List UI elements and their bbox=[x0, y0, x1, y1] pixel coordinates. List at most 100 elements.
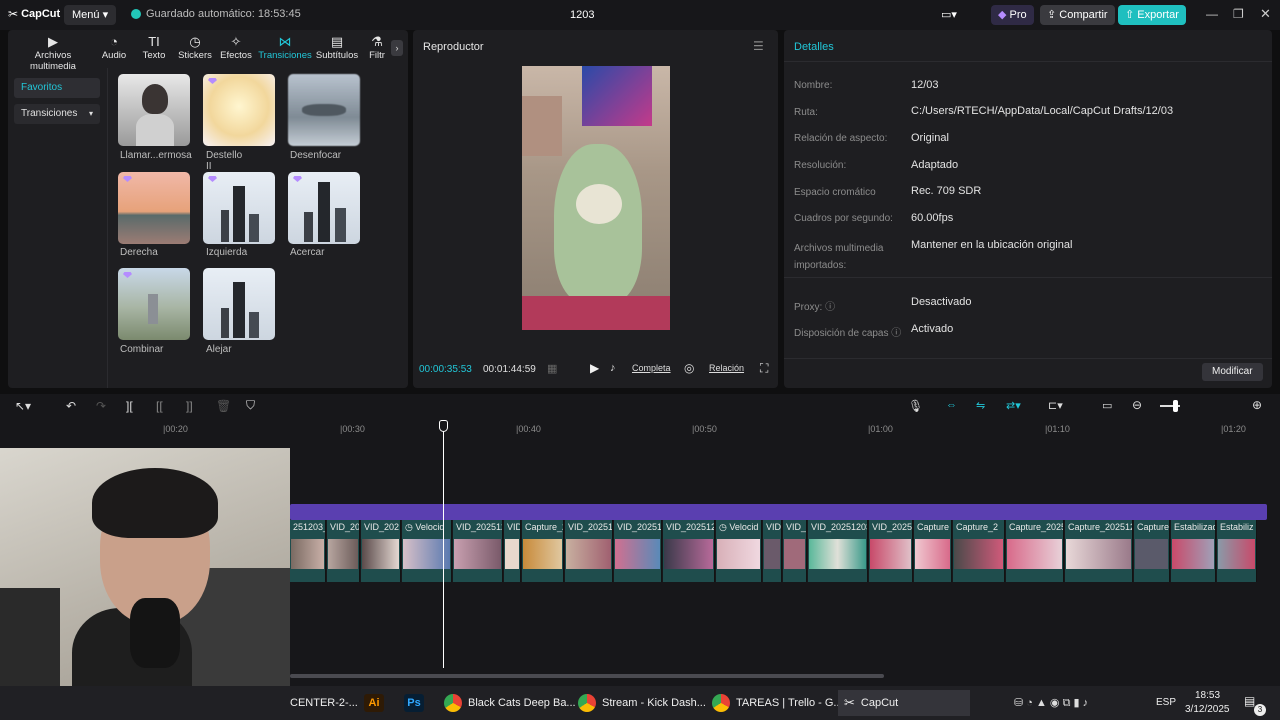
timeline-clip[interactable]: Capture_202512 bbox=[1065, 520, 1133, 582]
share-button[interactable]: ⇪ Compartir bbox=[1040, 5, 1115, 25]
audio-icon: ◔ bbox=[110, 34, 118, 49]
transition-thumb[interactable] bbox=[118, 74, 190, 146]
screenshot-icon[interactable]: ◎ bbox=[684, 361, 694, 375]
minimize-icon[interactable]: — bbox=[1206, 7, 1218, 21]
trim-left-icon[interactable]: [[ bbox=[156, 399, 163, 413]
speed-icon: ◷ bbox=[719, 522, 727, 532]
modify-button[interactable]: Modificar bbox=[1202, 363, 1263, 381]
timeline-clip[interactable]: VID_2025120 bbox=[453, 520, 503, 582]
microphone-icon[interactable]: 🎙 bbox=[908, 399, 923, 413]
clock-date[interactable]: 3/12/2025 bbox=[1185, 704, 1230, 715]
taskbar-item-capcut[interactable]: ✂ CapCut bbox=[838, 690, 970, 716]
fullscreen-icon[interactable]: ⛶ bbox=[760, 361, 768, 376]
ratio-button[interactable]: Relación bbox=[709, 363, 744, 373]
timeline-clip[interactable]: VID_20251 bbox=[614, 520, 662, 582]
playhead-handle[interactable] bbox=[439, 420, 448, 432]
transition-thumb[interactable] bbox=[203, 74, 275, 146]
playhead[interactable] bbox=[443, 420, 444, 668]
timeline-clip[interactable]: VID_20251203 bbox=[808, 520, 868, 582]
zoom-out-icon[interactable]: ⊖ bbox=[1132, 398, 1142, 412]
timeline-clip[interactable]: Capture bbox=[1134, 520, 1170, 582]
taskbar-item[interactable]: TAREAS | Trello - G... bbox=[706, 690, 849, 716]
trim-right-icon[interactable]: ]] bbox=[186, 399, 193, 413]
tab-subtitles[interactable]: ▤ Subtítulos bbox=[314, 34, 360, 61]
layout-icon[interactable]: ▭▾ bbox=[934, 5, 964, 25]
timeline-clip[interactable]: Capture bbox=[914, 520, 952, 582]
magnet-icon[interactable]: ⇔ bbox=[946, 399, 957, 411]
taskbar-item[interactable]: Black Cats Deep Ba... bbox=[438, 690, 582, 716]
tab-filters[interactable]: ⚗ Filtr bbox=[364, 34, 390, 61]
timeline-grid-icon[interactable]: ▦ bbox=[547, 362, 557, 375]
taskbar-item-photoshop[interactable]: Ps bbox=[398, 690, 430, 716]
caption-icon[interactable]: ▭ bbox=[1102, 399, 1112, 412]
timeline-clip[interactable]: VID_2 bbox=[783, 520, 807, 582]
timeline-clip[interactable]: Estabiliz bbox=[1217, 520, 1257, 582]
taskbar-item[interactable]: Stream - Kick Dash... bbox=[572, 690, 712, 716]
taskbar-item[interactable]: CENTER-2-... bbox=[284, 690, 364, 716]
tab-audio[interactable]: ◔ Audio bbox=[98, 34, 130, 61]
timeline-clip[interactable]: VID_2025120 bbox=[663, 520, 715, 582]
transition-thumb[interactable] bbox=[288, 172, 360, 244]
pro-button[interactable]: ◆ Pro bbox=[991, 5, 1034, 25]
timeline-clip[interactable]: Capture_202512 bbox=[1006, 520, 1064, 582]
tray-icons[interactable]: ⛁ ◔ ▲ ◉ ⧉ ▮ ♪ bbox=[1014, 696, 1088, 710]
tiktok-icon[interactable]: ♪ bbox=[610, 362, 616, 374]
restore-icon[interactable]: ❐ bbox=[1233, 7, 1244, 21]
tab-transitions[interactable]: ⋈ Transiciones bbox=[258, 34, 312, 61]
marker-icon[interactable]: ⛉ bbox=[246, 398, 255, 413]
timeline-clip[interactable]: VID_202512 bbox=[565, 520, 613, 582]
transition-thumb[interactable] bbox=[203, 268, 275, 340]
timeline-clip[interactable]: VID_202 bbox=[327, 520, 360, 582]
split-icon[interactable]: ][ bbox=[126, 399, 133, 413]
export-button[interactable]: ⇧ Exportar bbox=[1118, 5, 1186, 25]
transition-thumb[interactable] bbox=[118, 172, 190, 244]
timeline-clip[interactable]: VID bbox=[763, 520, 782, 582]
info-icon[interactable]: ⓘ bbox=[891, 328, 901, 339]
transition-thumb[interactable] bbox=[203, 172, 275, 244]
timeline-clip[interactable]: VID_202 bbox=[361, 520, 401, 582]
link-icon[interactable]: ⇋ bbox=[976, 399, 985, 412]
detail-label: Ruta: bbox=[794, 107, 818, 118]
tab-effects[interactable]: ✧ Efectos bbox=[218, 34, 254, 61]
sidebar-item-favorites[interactable]: Favoritos bbox=[14, 78, 100, 98]
snap-icon[interactable]: ⊏▾ bbox=[1048, 399, 1063, 412]
divider bbox=[784, 61, 1272, 62]
scroll-right-icon[interactable]: › bbox=[391, 40, 403, 56]
check-icon bbox=[131, 9, 141, 19]
tab-media[interactable]: ▶ Archivos multimedia bbox=[11, 34, 95, 72]
speed-icon: ◷ bbox=[405, 522, 413, 532]
preview-axis-icon[interactable]: ⇄▾ bbox=[1006, 399, 1021, 412]
timeline-clip[interactable]: ◷ Velocid bbox=[402, 520, 452, 582]
zoom-fit-icon[interactable]: ⊕ bbox=[1252, 398, 1262, 412]
transition-thumb[interactable] bbox=[288, 74, 360, 146]
redo-icon[interactable]: ↷ bbox=[96, 399, 106, 413]
select-tool-icon[interactable]: ↖▾ bbox=[15, 399, 31, 413]
timeline-clip[interactable]: Capture_2 bbox=[522, 520, 564, 582]
zoom-slider-handle[interactable] bbox=[1173, 400, 1178, 412]
player-menu-icon[interactable]: ☰ bbox=[753, 39, 764, 53]
timeline-clip[interactable]: Estabilizac bbox=[1171, 520, 1216, 582]
clock-time[interactable]: 18:53 bbox=[1195, 690, 1220, 701]
timeline-clip[interactable]: ◷ Velocid bbox=[716, 520, 762, 582]
timeline-clip[interactable]: Capture_2 bbox=[953, 520, 1005, 582]
close-icon[interactable]: ✕ bbox=[1260, 6, 1271, 22]
taskbar-item-illustrator[interactable]: Ai bbox=[358, 690, 390, 716]
menu-button[interactable]: Menú ▾ bbox=[64, 5, 117, 25]
transition-thumb[interactable] bbox=[118, 268, 190, 340]
timeline-clip[interactable]: VID bbox=[504, 520, 521, 582]
full-quality-button[interactable]: Completa bbox=[632, 363, 671, 373]
effect-track[interactable] bbox=[290, 504, 1267, 520]
info-icon[interactable]: ⓘ bbox=[825, 302, 835, 313]
sidebar-item-transitions[interactable]: Transiciones ▾ bbox=[14, 104, 100, 124]
timeline-clip[interactable]: VID_20251 bbox=[869, 520, 913, 582]
language-indicator[interactable]: ESP bbox=[1156, 697, 1176, 708]
tab-stickers[interactable]: ◷ Stickers bbox=[176, 34, 214, 61]
timeline-clip[interactable]: 251203_1 bbox=[290, 520, 326, 582]
notification-icon[interactable]: ▤ bbox=[1244, 694, 1255, 708]
detail-label: Proxy: ⓘ bbox=[794, 302, 836, 313]
delete-icon[interactable]: 🗑 bbox=[216, 399, 231, 413]
undo-icon[interactable]: ↶ bbox=[66, 399, 76, 413]
timeline-scrollbar[interactable] bbox=[290, 674, 884, 678]
tab-text[interactable]: TI Texto bbox=[138, 34, 170, 61]
play-icon[interactable]: ▶ bbox=[590, 361, 599, 375]
